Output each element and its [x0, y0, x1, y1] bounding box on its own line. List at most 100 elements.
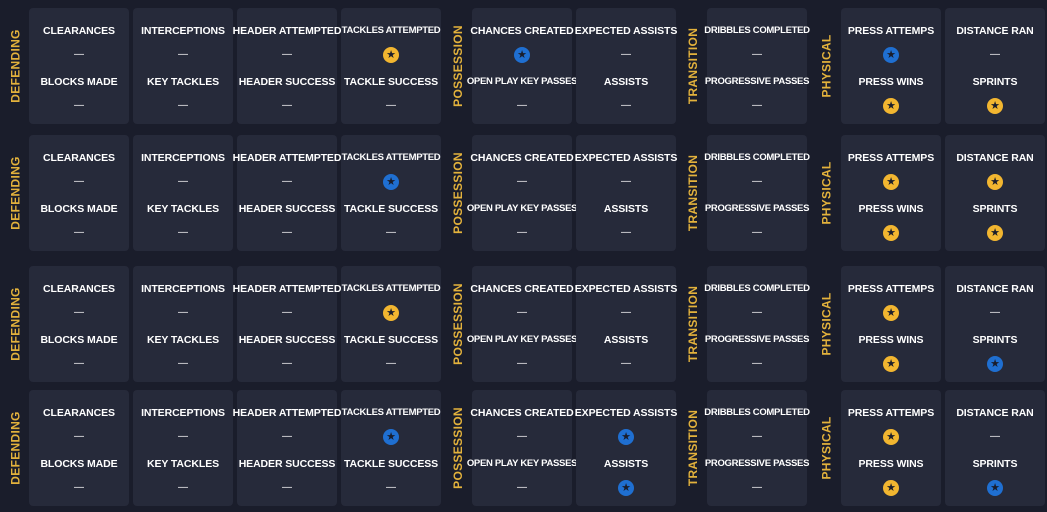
- star-icon: ★: [883, 480, 899, 496]
- stat-card-transition[interactable]: DRIBBLES COMPLETED — PROGRESSIVE PASSES —: [704, 8, 810, 124]
- section-label-defending: DEFENDING: [2, 390, 30, 506]
- stat-card-defending[interactable]: HEADER ATTEMPTED — HEADER SUCCESS —: [233, 8, 342, 124]
- section-label-text: PHYSICAL: [820, 34, 835, 98]
- stat-card-possession[interactable]: EXPECTED ASSISTS — ASSISTS —: [575, 135, 678, 251]
- stat-cell: SPRINTS ★: [945, 457, 1045, 496]
- empty-value: —: [752, 358, 762, 369]
- stat-card-defending[interactable]: TACKLES ATTEMPTED ★ TACKLE SUCCESS —: [341, 390, 441, 506]
- stat-label: HEADER ATTEMPTED: [232, 152, 342, 164]
- empty-value: —: [752, 307, 762, 318]
- stat-cell: PRESS WINS ★: [841, 457, 941, 496]
- stat-label: TACKLES ATTEMPTED: [341, 152, 441, 163]
- empty-value: —: [74, 482, 84, 493]
- stat-cell: HEADER SUCCESS —: [237, 457, 337, 496]
- blue-star-badge: ★: [987, 480, 1003, 496]
- section-label-physical: PHYSICAL: [813, 8, 841, 124]
- empty-value: —: [282, 482, 292, 493]
- stat-label: DISTANCE RAN: [956, 283, 1034, 295]
- empty-value: —: [517, 227, 527, 238]
- gold-star-badge: ★: [883, 480, 899, 496]
- stat-cell: PRESS ATTEMPS ★: [841, 406, 941, 445]
- stat-card-physical[interactable]: DISTANCE RAN ★ SPRINTS ★: [945, 135, 1045, 251]
- stat-cell: CLEARANCES —: [29, 24, 129, 63]
- stat-cell: DISTANCE RAN —: [945, 406, 1045, 445]
- stat-label: BLOCKS MADE: [40, 203, 118, 215]
- empty-value: —: [74, 307, 84, 318]
- stat-cell: KEY TACKLES —: [133, 202, 233, 241]
- stat-card-defending[interactable]: HEADER ATTEMPTED — HEADER SUCCESS —: [233, 390, 341, 506]
- stat-card-defending[interactable]: HEADER ATTEMPTED — HEADER SUCCESS —: [233, 266, 341, 382]
- section-label-possession: POSSESSION: [444, 266, 472, 382]
- stat-label: OPEN PLAY KEY PASSES: [466, 458, 578, 469]
- stat-card-defending[interactable]: TACKLES ATTEMPTED ★ TACKLE SUCCESS —: [341, 135, 441, 251]
- stat-card-transition[interactable]: DRIBBLES COMPLETED — PROGRESSIVE PASSES —: [704, 390, 810, 506]
- stat-label: HEADER ATTEMPTED: [232, 283, 342, 295]
- stat-label: TACKLE SUCCESS: [343, 334, 439, 346]
- stat-card-possession[interactable]: EXPECTED ASSISTS — ASSISTS —: [575, 8, 677, 124]
- star-icon: ★: [883, 305, 899, 321]
- stat-card-defending[interactable]: TACKLES ATTEMPTED ★ TACKLE SUCCESS —: [341, 8, 441, 124]
- stat-card-defending[interactable]: TACKLES ATTEMPTED ★ TACKLE SUCCESS —: [341, 266, 441, 382]
- empty-value: —: [752, 49, 762, 60]
- stat-label: HEADER SUCCESS: [238, 334, 336, 346]
- stat-card-defending[interactable]: HEADER ATTEMPTED — HEADER SUCCESS —: [233, 135, 341, 251]
- section-label-text: PHYSICAL: [820, 292, 835, 356]
- star-icon: ★: [383, 47, 399, 63]
- stat-label: PRESS ATTEMPS: [847, 25, 935, 37]
- stat-card-possession[interactable]: CHANCES CREATED ★ OPEN PLAY KEY PASSES —: [467, 8, 577, 124]
- stat-cell: TACKLE SUCCESS —: [341, 457, 441, 496]
- stat-card-possession[interactable]: CHANCES CREATED — OPEN PLAY KEY PASSES —: [467, 266, 577, 382]
- stat-card-transition[interactable]: DRIBBLES COMPLETED — PROGRESSIVE PASSES —: [704, 135, 810, 251]
- stat-card-possession[interactable]: EXPECTED ASSISTS ★ ASSISTS ★: [575, 390, 677, 506]
- stat-card-defending[interactable]: CLEARANCES — BLOCKS MADE —: [29, 390, 129, 506]
- stat-label: CLEARANCES: [43, 283, 115, 295]
- stat-label: INTERCEPTIONS: [141, 283, 225, 295]
- stat-cell: PROGRESSIVE PASSES —: [705, 457, 810, 496]
- stat-card-defending[interactable]: CLEARANCES — BLOCKS MADE —: [29, 135, 129, 251]
- star-icon: ★: [883, 429, 899, 445]
- empty-value: —: [386, 358, 396, 369]
- stat-cell: PRESS WINS ★: [841, 75, 941, 114]
- stat-cell: PRESS ATTEMPS ★: [841, 282, 941, 321]
- stat-card-physical[interactable]: PRESS ATTEMPS ★ PRESS WINS ★: [841, 135, 941, 251]
- stat-card-transition[interactable]: DRIBBLES COMPLETED — PROGRESSIVE PASSES —: [704, 266, 810, 382]
- star-icon: ★: [987, 356, 1003, 372]
- stat-cell: HEADER ATTEMPTED —: [233, 24, 342, 63]
- stat-card-defending[interactable]: INTERCEPTIONS — KEY TACKLES —: [133, 390, 233, 506]
- stat-label: PROGRESSIVE PASSES: [704, 334, 810, 345]
- stat-cell: BLOCKS MADE —: [29, 457, 129, 496]
- empty-value: —: [990, 49, 1000, 60]
- blue-star-badge: ★: [618, 429, 634, 445]
- stat-cell: PROGRESSIVE PASSES —: [705, 202, 810, 241]
- blue-star-badge: ★: [514, 47, 530, 63]
- empty-value: —: [517, 431, 527, 442]
- stat-card-physical[interactable]: DISTANCE RAN — SPRINTS ★: [945, 266, 1045, 382]
- empty-value: —: [74, 176, 84, 187]
- stat-card-defending[interactable]: INTERCEPTIONS — KEY TACKLES —: [133, 135, 233, 251]
- stat-label: HEADER ATTEMPTED: [232, 25, 342, 37]
- stat-card-physical[interactable]: DISTANCE RAN — SPRINTS ★: [945, 8, 1045, 124]
- stat-card-defending[interactable]: INTERCEPTIONS — KEY TACKLES —: [133, 8, 233, 124]
- stat-card-physical[interactable]: PRESS ATTEMPS ★ PRESS WINS ★: [841, 8, 941, 124]
- stat-cell: SPRINTS ★: [945, 333, 1045, 372]
- stat-label: PRESS WINS: [858, 76, 924, 88]
- section-label-text: PHYSICAL: [820, 161, 835, 225]
- stat-cell: EXPECTED ASSISTS —: [575, 151, 678, 190]
- stat-card-physical[interactable]: PRESS ATTEMPS ★ PRESS WINS ★: [841, 266, 941, 382]
- stat-card-defending[interactable]: CLEARANCES — BLOCKS MADE —: [29, 266, 129, 382]
- stat-card-defending[interactable]: CLEARANCES — BLOCKS MADE —: [29, 8, 129, 124]
- empty-value: —: [517, 176, 527, 187]
- stat-cell: PROGRESSIVE PASSES —: [705, 75, 810, 114]
- star-icon: ★: [883, 225, 899, 241]
- stat-cell: DRIBBLES COMPLETED —: [704, 151, 810, 190]
- stat-card-defending[interactable]: INTERCEPTIONS — KEY TACKLES —: [133, 266, 233, 382]
- stat-card-physical[interactable]: PRESS ATTEMPS ★ PRESS WINS ★: [841, 390, 941, 506]
- stat-card-possession[interactable]: EXPECTED ASSISTS — ASSISTS —: [575, 266, 677, 382]
- blue-star-badge: ★: [618, 480, 634, 496]
- stat-label: DISTANCE RAN: [956, 152, 1034, 164]
- stat-card-possession[interactable]: CHANCES CREATED — OPEN PLAY KEY PASSES —: [467, 390, 577, 506]
- stat-card-physical[interactable]: DISTANCE RAN — SPRINTS ★: [945, 390, 1045, 506]
- gold-star-badge: ★: [987, 174, 1003, 190]
- stat-card-possession[interactable]: CHANCES CREATED — OPEN PLAY KEY PASSES —: [467, 135, 577, 251]
- stat-cell: PRESS WINS ★: [841, 202, 941, 241]
